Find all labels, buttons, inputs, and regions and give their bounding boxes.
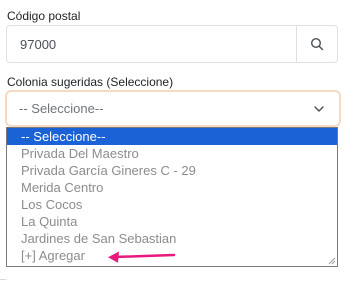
colonia-option[interactable]: Privada García Gineres C - 29	[7, 162, 337, 179]
colonia-dropdown-list: -- Seleccione-- Privada Del Maestro Priv…	[6, 127, 338, 267]
chevron-down-icon	[314, 106, 324, 112]
colonia-option[interactable]: Merida Centro	[7, 179, 337, 196]
colonia-option[interactable]: La Quinta	[7, 213, 337, 230]
postal-search-button[interactable]	[296, 25, 338, 63]
postal-code-group	[6, 25, 338, 63]
colonia-option[interactable]: Los Cocos	[7, 196, 337, 213]
arrow-left-icon	[108, 251, 176, 263]
divider	[0, 279, 6, 280]
colonia-option[interactable]: Privada Del Maestro	[7, 145, 337, 162]
colonia-select[interactable]: -- Seleccione--	[5, 90, 341, 127]
colonia-label: Colonia sugeridas (Seleccione)	[7, 75, 174, 89]
colonia-option-placeholder[interactable]: -- Seleccione--	[7, 128, 337, 145]
postal-code-label: Código postal	[7, 9, 81, 23]
search-icon	[310, 37, 324, 51]
postal-code-input[interactable]	[6, 25, 296, 63]
colonia-select-value: -- Seleccione--	[19, 101, 104, 116]
colonia-option[interactable]: Jardines de San Sebastian	[7, 230, 337, 247]
resize-handle-icon[interactable]	[327, 256, 336, 265]
